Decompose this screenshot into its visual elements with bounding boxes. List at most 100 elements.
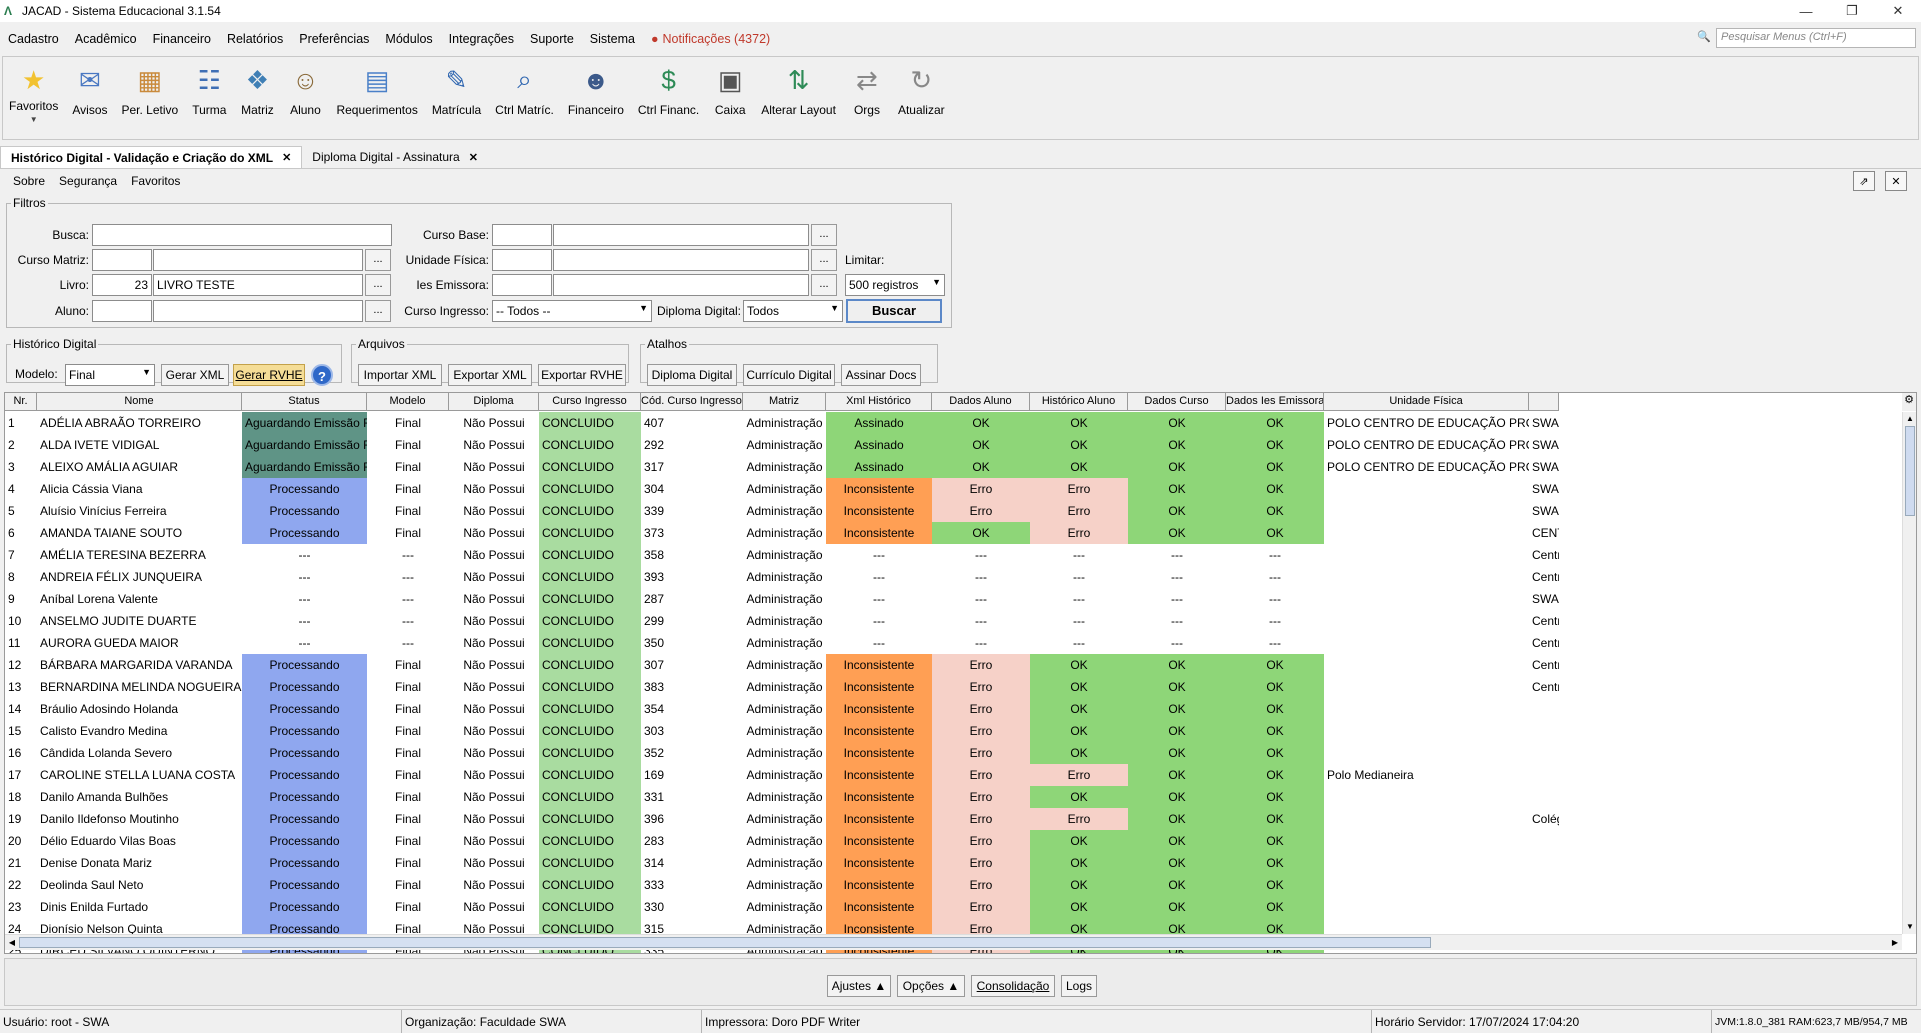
scroll-up-icon[interactable]: ▲ (1903, 412, 1916, 426)
toolbar-refresh-button[interactable]: ↻ Atualizar (898, 57, 945, 118)
menu-academico[interactable]: Acadêmico (67, 32, 145, 46)
table-row[interactable]: 20 Délio Eduardo Vilas Boas Processando Fin… (5, 830, 1559, 852)
ies-emissora-code-input[interactable] (492, 274, 552, 296)
notifications-menu[interactable]: ● Notificações (4372) (643, 32, 778, 46)
minimize-icon[interactable]: — (1783, 0, 1829, 22)
table-row[interactable]: 13 BERNARDINA MELINDA NOGUEIRA Processando… (5, 676, 1559, 698)
gear-icon[interactable]: ⚙ (1902, 393, 1916, 411)
assinar-docs-button[interactable]: Assinar Docs (841, 364, 921, 386)
column-header[interactable]: Matriz (743, 393, 826, 411)
column-header[interactable]: Diploma (449, 393, 539, 411)
column-header[interactable]: Xml Histórico (826, 393, 932, 411)
table-row[interactable]: 18 Danilo Amanda Bulhões Processando Final N… (5, 786, 1559, 808)
column-header[interactable]: Nr. (5, 393, 37, 411)
table-row[interactable]: 19 Danilo Ildefonso Moutinho Processando Fi… (5, 808, 1559, 830)
toolbar-student-button[interactable]: ☺ Aluno (288, 57, 322, 118)
horizontal-scrollbar[interactable]: ◀ ▶ (5, 934, 1902, 950)
table-row[interactable]: 16 Cândida Lolanda Severo Processando Final… (5, 742, 1559, 764)
aluno-lookup-button[interactable]: ... (365, 300, 391, 322)
column-header[interactable]: Dados Curso (1128, 393, 1226, 411)
table-row[interactable]: 14 Bráulio Adosindo Holanda Processando Fin… (5, 698, 1559, 720)
curriculo-digital-button[interactable]: Currículo Digital (743, 364, 835, 386)
vertical-scroll-thumb[interactable] (1905, 426, 1915, 516)
toolbar-layout-button[interactable]: ⇅ Alterar Layout (761, 57, 836, 118)
close-icon[interactable]: ✕ (282, 151, 291, 164)
curso-base-lookup-button[interactable]: ... (811, 224, 837, 246)
table-row[interactable]: 10 ANSELMO JUDITE DUARTE --- --- Não Possui C… (5, 610, 1559, 632)
gerar-rvhe-button[interactable]: Gerar RVHE (233, 364, 305, 386)
help-icon[interactable]: ? (311, 364, 333, 386)
ajustes-button[interactable]: Ajustes ▲ (827, 975, 891, 997)
toolbar-request-button[interactable]: ▤ Requerimentos (336, 57, 417, 118)
table-row[interactable]: 11 AURORA GUEDA MAIOR --- --- Não Possui CONC… (5, 632, 1559, 654)
column-header[interactable]: Nome (37, 393, 242, 411)
curso-matriz-name-input[interactable] (153, 249, 363, 271)
column-header[interactable]: Unidade Física (1324, 393, 1529, 411)
diploma-digital-select[interactable]: Todos ▼ (743, 300, 843, 322)
exportar-xml-button[interactable]: Exportar XML (448, 364, 532, 386)
close-icon[interactable]: ✕ (469, 151, 478, 164)
table-row[interactable]: 2 ALDA IVETE VIDIGAL Aguardando Emissão RV… (5, 434, 1559, 456)
menu-financeiro[interactable]: Financeiro (145, 32, 219, 46)
menu-sistema[interactable]: Sistema (582, 32, 643, 46)
ies-emissora-lookup-button[interactable]: ... (811, 274, 837, 296)
table-row[interactable]: 5 Aluísio Vinícius Ferreira Processando Fin… (5, 500, 1559, 522)
scroll-right-icon[interactable]: ▶ (1888, 935, 1902, 951)
table-row[interactable]: 12 BÁRBARA MARGARIDA VARANDA Processando Fi… (5, 654, 1559, 676)
column-header[interactable]: Dados Ies Emissora (1226, 393, 1324, 411)
toolbar-cash-register-button[interactable]: ▣ Caixa (713, 57, 747, 118)
table-row[interactable]: 15 Calisto Evandro Medina Processando Final… (5, 720, 1559, 742)
toolbar-calendar-button[interactable]: ▦ Per. Letivo (122, 57, 179, 118)
table-row[interactable]: 8 ANDREIA FÉLIX JUNQUEIRA --- --- Não Possui… (5, 566, 1559, 588)
restore-icon[interactable]: ❐ (1829, 0, 1875, 22)
menu-preferencias[interactable]: Preferências (291, 32, 377, 46)
close-tab-icon[interactable]: ✕ (1885, 171, 1907, 191)
column-header[interactable]: Cód. Curso Ingresso (641, 393, 743, 411)
column-header[interactable]: Curso Ingresso (539, 393, 641, 411)
table-row[interactable]: 9 Aníbal Lorena Valente --- --- Não Possui CO… (5, 588, 1559, 610)
table-row[interactable]: 1 ADÉLIA ABRAÃO TORREIRO Aguardando Emissã… (5, 412, 1559, 434)
table-row[interactable]: 17 CAROLINE STELLA LUANA COSTA Processando… (5, 764, 1559, 786)
column-header[interactable]: Dados Aluno (932, 393, 1030, 411)
submenu-favoritos[interactable]: Favoritos (124, 174, 187, 188)
table-row[interactable]: 21 Denise Donata Mariz Processando Final Não… (5, 852, 1559, 874)
diploma-digital-button[interactable]: Diploma Digital (647, 364, 737, 386)
limitar-select[interactable]: 500 registros ▼ (845, 274, 945, 296)
buscar-button[interactable]: Buscar (846, 299, 942, 323)
toolbar-orgs-button[interactable]: ⇄ Orgs (850, 57, 884, 118)
menu-cadastro[interactable]: Cadastro (0, 32, 67, 46)
menu-integracoes[interactable]: Integrações (441, 32, 522, 46)
table-row[interactable]: 3 ALEIXO AMÁLIA AGUIAR Aguardando Emissão … (5, 456, 1559, 478)
toolbar-enrollment-button[interactable]: ✎ Matrícula (432, 57, 481, 118)
livro-code-input[interactable]: 23 (92, 274, 152, 296)
curso-base-name-input[interactable] (553, 224, 809, 246)
scroll-left-icon[interactable]: ◀ (5, 935, 19, 951)
column-header[interactable]: Histórico Aluno (1030, 393, 1128, 411)
detach-tab-icon[interactable]: ⇗ (1853, 171, 1875, 191)
livro-lookup-button[interactable]: ... (365, 274, 391, 296)
tab-diploma-digital[interactable]: Diploma Digital - Assinatura ✕ (302, 146, 488, 168)
ies-emissora-name-input[interactable] (553, 274, 809, 296)
toolbar-mail-button[interactable]: ✉ Avisos (72, 57, 107, 118)
unidade-fisica-code-input[interactable] (492, 249, 552, 271)
toolbar-finance-control-button[interactable]: $ Ctrl Financ. (638, 57, 699, 118)
importar-xml-button[interactable]: Importar XML (358, 364, 442, 386)
column-header[interactable]: Status (242, 393, 367, 411)
submenu-sobre[interactable]: Sobre (6, 174, 52, 188)
menu-relatorios[interactable]: Relatórios (219, 32, 291, 46)
table-row[interactable]: 6 AMANDA TAIANE SOUTO Processando Final Não … (5, 522, 1559, 544)
menu-modulos[interactable]: Módulos (377, 32, 440, 46)
menu-search-input[interactable]: Pesquisar Menus (Ctrl+F) (1716, 28, 1916, 48)
busca-input[interactable] (92, 224, 392, 246)
curso-ingresso-select[interactable]: -- Todos -- ▼ (492, 300, 652, 322)
toolbar-matrix-button[interactable]: ❖ Matriz (240, 57, 274, 118)
toolbar-group-button[interactable]: ☷ Turma (192, 57, 226, 118)
vertical-scrollbar[interactable]: ▲ ▼ (1902, 412, 1916, 934)
table-row[interactable]: 23 Dinis Enilda Furtado Processando Final Nã… (5, 896, 1559, 918)
tab-historico-digital[interactable]: Histórico Digital - Validação e Criação … (0, 146, 303, 168)
livro-name-input[interactable]: LIVRO TESTE (153, 274, 363, 296)
unidade-fisica-name-input[interactable] (553, 249, 809, 271)
aluno-name-input[interactable] (153, 300, 363, 322)
table-row[interactable]: 4 Alicia Cássia Viana Processando Final Não … (5, 478, 1559, 500)
aluno-code-input[interactable] (92, 300, 152, 322)
